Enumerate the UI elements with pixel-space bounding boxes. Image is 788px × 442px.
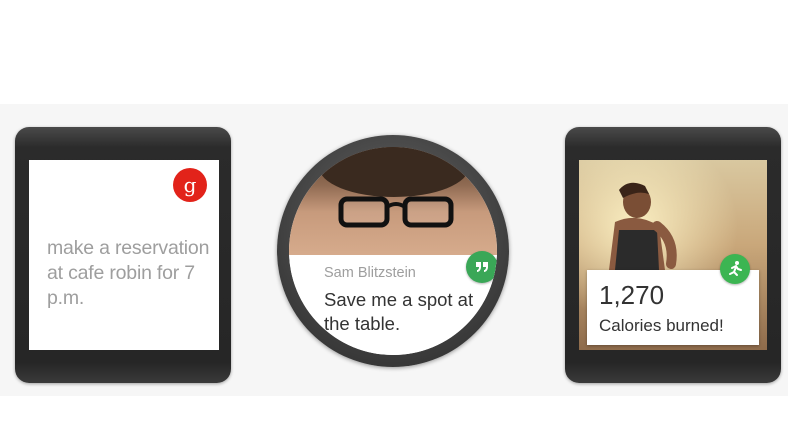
contact-photo [289, 147, 497, 255]
runner-glyph-icon [729, 261, 742, 276]
running-icon[interactable] [720, 254, 750, 284]
hangouts-icon[interactable] [466, 251, 497, 283]
square-watch-right: 1,270 Calories burned! [565, 127, 781, 383]
quote-glyph-icon [476, 262, 488, 272]
calories-label: Calories burned! [599, 316, 724, 335]
photo-hair [319, 147, 469, 197]
photo-glasses [338, 196, 454, 228]
voice-query-text: make a reservation at cafe robin for 7 p… [47, 237, 210, 309]
watch-screen-fitness[interactable]: 1,270 Calories burned! [579, 160, 767, 350]
google-search-icon[interactable]: g [173, 168, 207, 202]
sender-name: Sam Blitzstein [324, 265, 416, 281]
google-badge-letter: g [183, 173, 197, 197]
calories-value: 1,270 [599, 280, 665, 310]
message-text: Save me a spot at the table. [324, 289, 474, 334]
round-watch-center: Sam Blitzstein Save me a spot at the tab… [277, 135, 509, 367]
watch-screen-search[interactable]: g make a reservation at cafe robin for 7… [29, 160, 219, 350]
watch-screen-message[interactable]: Sam Blitzstein Save me a spot at the tab… [289, 147, 497, 355]
square-watch-left: g make a reservation at cafe robin for 7… [15, 127, 231, 383]
